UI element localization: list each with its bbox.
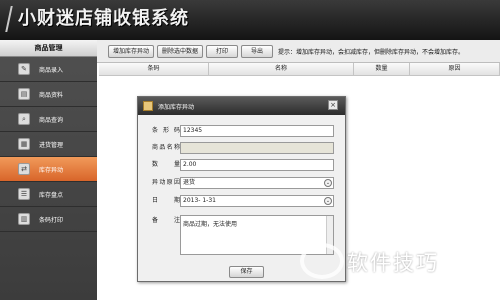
sidebar-item-purchase[interactable]: ▦ 进货管理 <box>0 132 97 157</box>
product-entry-icon: ✎ <box>18 63 30 75</box>
purchase-icon: ▦ <box>18 138 30 150</box>
sidebar-item-label: 商品查询 <box>39 116 64 124</box>
watermark-logo <box>300 243 344 279</box>
column-header-name[interactable]: 名称 <box>209 63 354 75</box>
search-icon: ⌕ <box>18 113 30 125</box>
note-value: 商品过期，无法使用 <box>183 221 238 228</box>
sidebar-item-label: 库存盘点 <box>39 191 64 199</box>
stocktake-icon: ☰ <box>18 188 30 200</box>
sidebar-item-inventory-change[interactable]: ⇄ 库存异动 <box>0 157 97 182</box>
sidebar-item-label: 条码打印 <box>39 216 64 224</box>
barcode-label: 条 形 码 <box>152 127 180 134</box>
table-header: 条码 名称 数量 原因 <box>99 63 500 76</box>
sidebar-header: 商品管理 <box>0 40 97 57</box>
dialog-app-icon <box>143 101 153 111</box>
date-label: 日 期 <box>152 197 180 204</box>
delete-selected-button[interactable]: 删除选中数据 <box>157 44 203 58</box>
barcode-field[interactable]: 12345 <box>180 125 334 137</box>
date-value: 2013- 1-31 <box>183 197 216 204</box>
sidebar-item-stocktake[interactable]: ☰ 库存盘点 <box>0 182 97 207</box>
watermark: 软件技巧 <box>347 251 439 275</box>
add-inventory-change-button[interactable]: 增加库存异动 <box>108 44 154 58</box>
date-row: 日 期 2013- 1-31 ⌄ <box>138 195 345 207</box>
column-header-quantity[interactable]: 数量 <box>354 63 410 75</box>
barcode-print-icon: ▥ <box>18 213 30 225</box>
column-header-reason[interactable]: 原因 <box>410 63 500 75</box>
save-button[interactable]: 保存 <box>229 266 264 278</box>
product-name-field <box>180 142 334 154</box>
reason-select[interactable]: 退货 ⌄ <box>180 177 334 189</box>
quantity-label: 数 量 <box>152 161 180 168</box>
quantity-field[interactable]: 2.00 <box>180 159 334 171</box>
inventory-change-icon: ⇄ <box>18 163 30 175</box>
calendar-dropdown-icon[interactable]: ⌄ <box>324 197 332 205</box>
sidebar-item-label: 商品资料 <box>39 91 64 99</box>
product-name-label: 商品名称 <box>152 144 180 151</box>
product-name-row: 商品名称 <box>138 142 345 154</box>
barcode-row: 条 形 码 12345 <box>138 125 345 137</box>
chevron-down-icon[interactable]: ⌄ <box>324 179 332 187</box>
sidebar-item-product-entry[interactable]: ✎ 商品录入 <box>0 57 97 82</box>
reason-value: 退货 <box>183 179 196 186</box>
print-button[interactable]: 打印 <box>206 44 238 58</box>
quantity-row: 数 量 2.00 <box>138 159 345 171</box>
sidebar: 商品管理 ✎ 商品录入 ▤ 商品资料 ⌕ 商品查询 ▦ 进货管理 ⇄ 库存异动 … <box>0 40 97 300</box>
note-label: 备 注 <box>152 217 180 224</box>
sidebar-item-product-query[interactable]: ⌕ 商品查询 <box>0 107 97 132</box>
dialog-titlebar[interactable]: 添加库存异动 <box>138 97 345 115</box>
date-picker[interactable]: 2013- 1-31 ⌄ <box>180 195 334 207</box>
app-header: 小财迷店铺收银系统 <box>0 0 500 40</box>
reason-label: 异动原因 <box>152 179 180 186</box>
toolbar: 增加库存异动 删除选中数据 打印 导出 提示：增加库存异动，会扣减库存，但删除库… <box>97 40 500 63</box>
product-info-icon: ▤ <box>18 88 30 100</box>
sidebar-item-product-info[interactable]: ▤ 商品资料 <box>0 82 97 107</box>
sidebar-item-barcode-print[interactable]: ▥ 条码打印 <box>0 207 97 232</box>
column-header-barcode[interactable]: 条码 <box>99 63 209 75</box>
note-row: 备 注 商品过期，无法使用 <box>138 215 345 255</box>
dialog-title: 添加库存异动 <box>158 103 195 111</box>
sidebar-item-label: 进货管理 <box>39 141 64 149</box>
reason-row: 异动原因 退货 ⌄ <box>138 177 345 189</box>
sidebar-item-label: 库存异动 <box>39 166 64 174</box>
app-title: 小财迷店铺收银系统 <box>18 8 189 29</box>
close-icon[interactable]: × <box>328 100 338 110</box>
sidebar-item-label: 商品录入 <box>39 66 64 74</box>
export-button[interactable]: 导出 <box>241 44 273 58</box>
toolbar-tip: 提示：增加库存异动，会扣减库存，但删除库存异动，不会增加库存。 <box>278 48 465 56</box>
